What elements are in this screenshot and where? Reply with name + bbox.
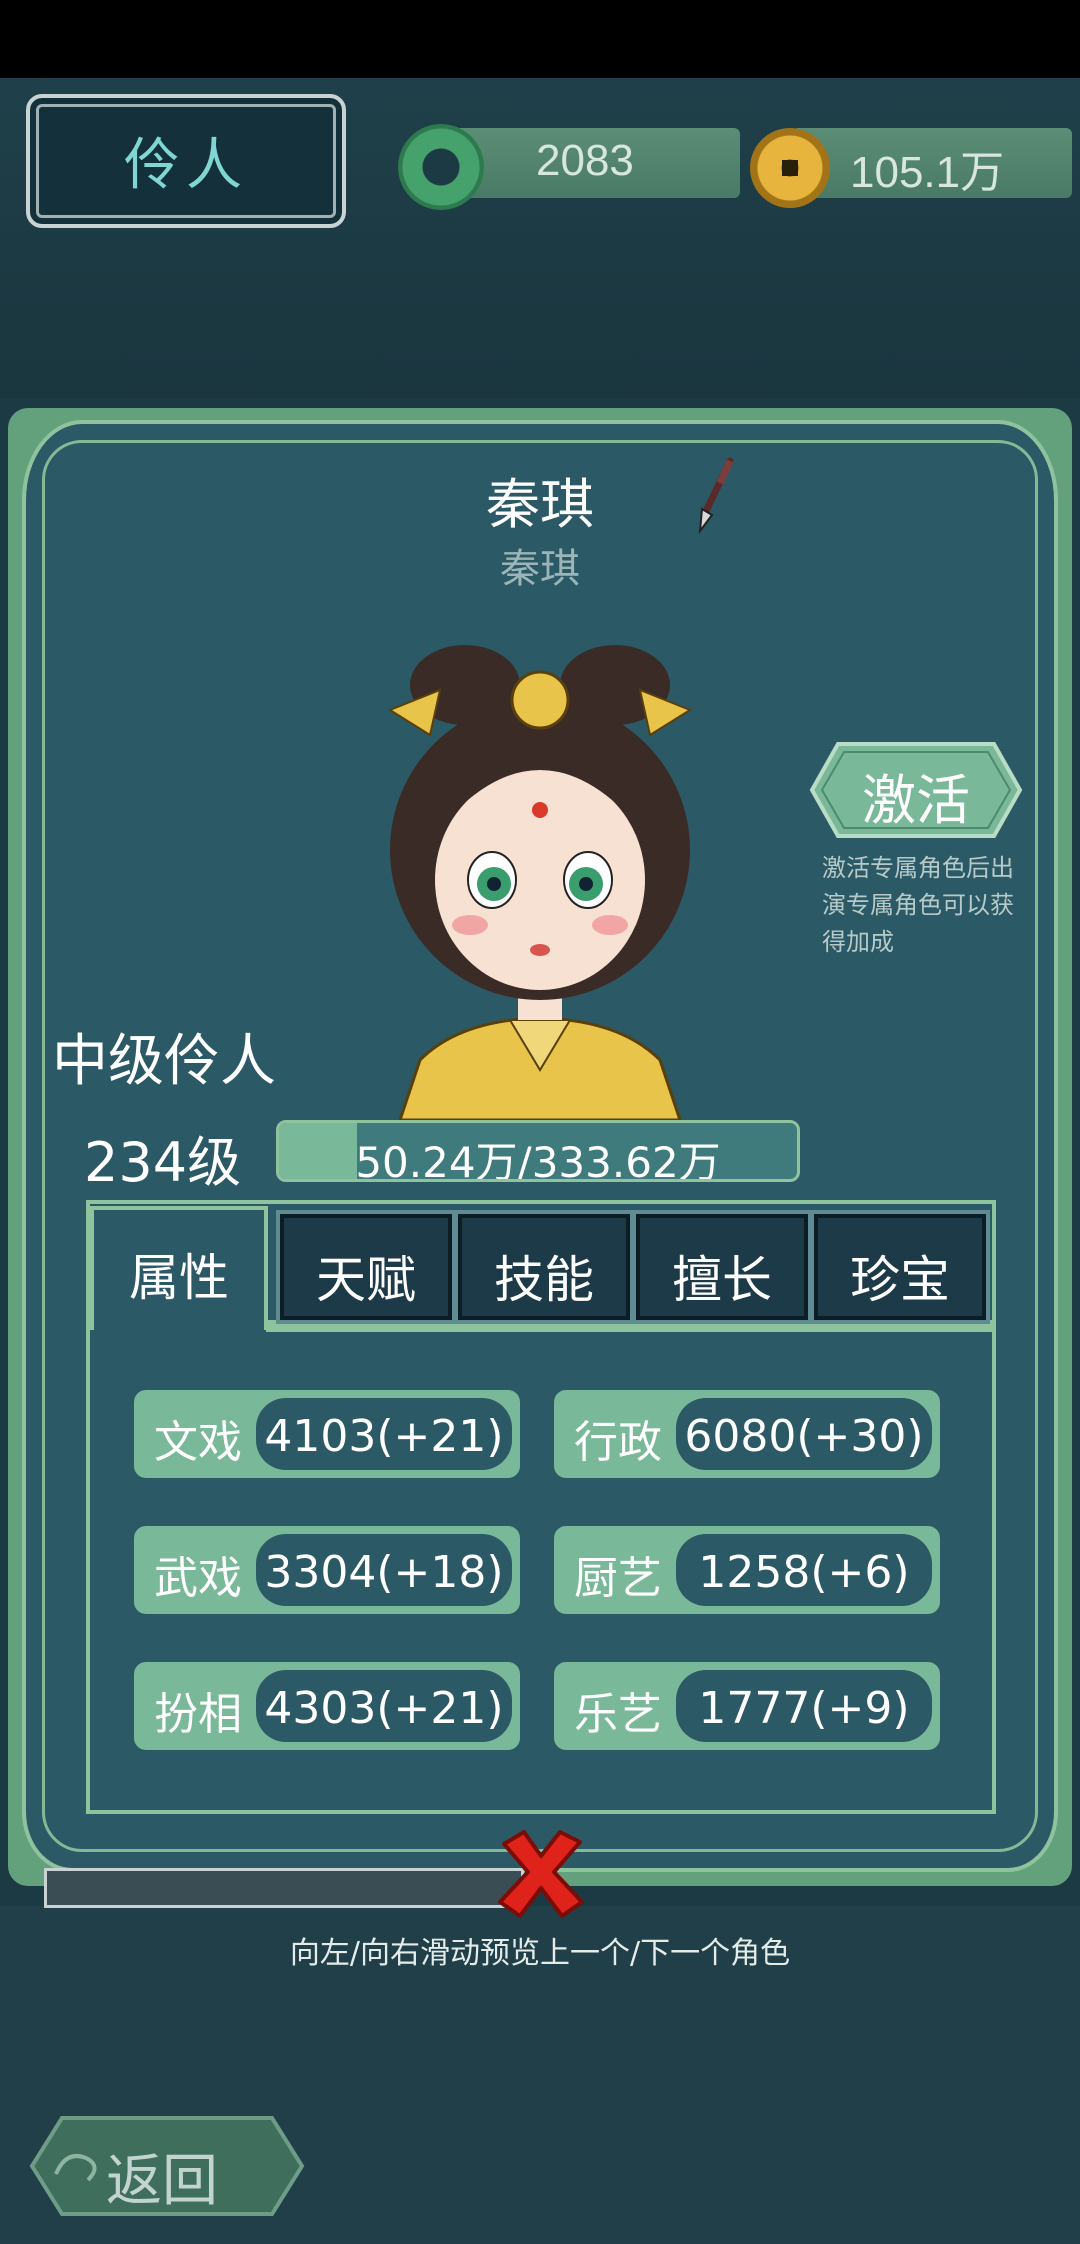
character-name: 秦琪 bbox=[486, 473, 594, 536]
tab-attributes[interactable]: 属性 bbox=[90, 1206, 268, 1330]
stat-value: 1777(+9) bbox=[698, 1683, 910, 1734]
stat-label: 文戏 bbox=[154, 1417, 242, 1468]
stat-value: 4303(+21) bbox=[264, 1683, 504, 1734]
activate-note: 激活专属角色后出演专属角色可以获得加成 bbox=[822, 854, 1014, 956]
tab-label: 技能 bbox=[494, 1251, 594, 1309]
stat-label: 乐艺 bbox=[574, 1689, 662, 1740]
stat-value: 1258(+6) bbox=[698, 1547, 910, 1598]
jade-counter[interactable]: 2083 bbox=[440, 128, 740, 198]
coin-value: 105.1万 bbox=[850, 148, 1005, 197]
experience-text: 50.24万/333.62万 bbox=[355, 1138, 721, 1182]
activate-button-label: 激活 bbox=[862, 769, 970, 832]
stat-label: 武戏 bbox=[154, 1553, 242, 1604]
back-button[interactable]: 返回 bbox=[26, 2114, 306, 2218]
stat-value-pill: 6080(+30) bbox=[676, 1398, 932, 1470]
jade-value: 2083 bbox=[536, 136, 634, 185]
swipe-hint: 向左/向右滑动预览上一个/下一个角色 bbox=[289, 1936, 791, 1971]
character-level: 234级 bbox=[84, 1131, 242, 1194]
coin-counter[interactable]: 105.1万 bbox=[792, 128, 1072, 198]
stat-label: 行政 bbox=[574, 1417, 662, 1468]
page-title: 伶人 bbox=[124, 133, 248, 198]
stat-value: 4103(+21) bbox=[264, 1411, 504, 1462]
stat-appearance: 扮相 4303(+21) bbox=[134, 1662, 520, 1750]
tab-skills[interactable]: 技能 bbox=[458, 1214, 630, 1320]
tab-label: 天赋 bbox=[316, 1251, 416, 1309]
back-button-label: 返回 bbox=[106, 2149, 218, 2214]
stat-value: 6080(+30) bbox=[684, 1411, 924, 1462]
close-icon[interactable] bbox=[494, 1826, 588, 1920]
stat-value-pill: 1777(+9) bbox=[676, 1670, 932, 1742]
tab-treasure[interactable]: 珍宝 bbox=[814, 1214, 986, 1320]
jade-icon bbox=[398, 124, 484, 210]
coin-icon bbox=[750, 128, 830, 208]
stat-value-pill: 3304(+18) bbox=[256, 1534, 512, 1606]
stat-administration: 行政 6080(+30) bbox=[554, 1390, 940, 1478]
character-preview-strip bbox=[44, 1868, 524, 1908]
experience-bar: 50.24万/333.62万 bbox=[276, 1120, 800, 1182]
stat-literary-drama: 文戏 4103(+21) bbox=[134, 1390, 520, 1478]
stat-value-pill: 4103(+21) bbox=[256, 1398, 512, 1470]
tab-specialty[interactable]: 擅长 bbox=[636, 1214, 808, 1320]
tab-label: 擅长 bbox=[672, 1251, 772, 1309]
tab-label: 属性 bbox=[129, 1249, 229, 1307]
stat-value-pill: 4303(+21) bbox=[256, 1670, 512, 1742]
status-bar bbox=[0, 0, 1080, 78]
stat-cooking: 厨艺 1258(+6) bbox=[554, 1526, 940, 1614]
tab-talent[interactable]: 天赋 bbox=[280, 1214, 452, 1320]
stat-value-pill: 1258(+6) bbox=[676, 1534, 932, 1606]
rename-brush-icon[interactable] bbox=[690, 455, 740, 535]
character-subtitle: 秦琪 bbox=[500, 546, 580, 592]
stat-music: 乐艺 1777(+9) bbox=[554, 1662, 940, 1750]
tab-label: 珍宝 bbox=[850, 1251, 950, 1309]
character-rank: 中级伶人 bbox=[52, 1029, 276, 1094]
character-portrait bbox=[387, 645, 693, 1120]
title-plate: 伶人 bbox=[26, 94, 346, 228]
activate-button[interactable]: 激活 bbox=[808, 740, 1024, 840]
stat-martial-drama: 武戏 3304(+18) bbox=[134, 1526, 520, 1614]
stat-value: 3304(+18) bbox=[264, 1547, 504, 1598]
tab-strip bbox=[266, 1320, 992, 1332]
stat-label: 扮相 bbox=[154, 1689, 242, 1740]
stat-label: 厨艺 bbox=[574, 1553, 662, 1604]
